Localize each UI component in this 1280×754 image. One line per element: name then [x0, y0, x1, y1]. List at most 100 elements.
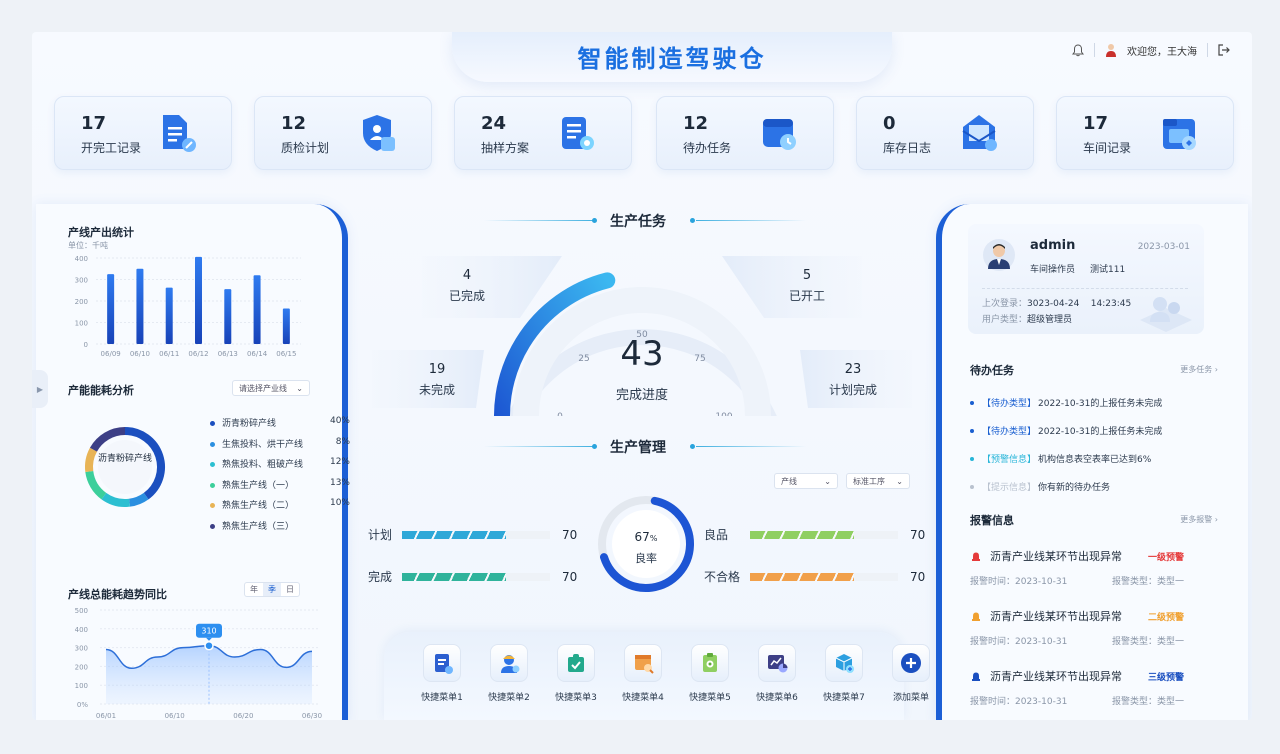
donut-slice[interactable] [128, 492, 149, 507]
bar-fill [402, 572, 506, 581]
bar-label: 计划 [368, 528, 393, 542]
y-tick-label: 200 [75, 663, 88, 671]
y-tick-label: 100 [75, 682, 88, 690]
bar[interactable] [253, 275, 261, 344]
stat-card[interactable]: 17 车间记录 [1056, 96, 1234, 170]
logout-icon[interactable] [1218, 44, 1230, 56]
alarm-item[interactable]: 沥青产业线某环节出现异常 一级预警 报警时间：2023-10-31 报警类型：类型一 [970, 548, 1184, 587]
legend-item[interactable]: 熟焦投料、粗破产线 12% [210, 457, 350, 470]
alarm-line: 沥青产业线某环节出现异常 二级预警 [970, 608, 1184, 624]
todo-item[interactable]: 【待办类型】 2022-10-31的上报任务未完成 [970, 424, 1162, 437]
legend-item[interactable]: 熟焦生产线（二） 10% [210, 498, 350, 511]
quick-menu-icon-box[interactable] [624, 644, 662, 682]
alarm-type: 报警类型：类型一 [1111, 637, 1184, 647]
stat-card[interactable]: 17 开完工记录 [54, 96, 232, 170]
stat-card-label: 待办任务 [683, 141, 732, 155]
alarm-title: 报警信息 [970, 514, 1014, 527]
period-quarter-tab[interactable]: 季 [263, 583, 281, 596]
quick-menu-item[interactable]: 快捷菜单2 [481, 644, 537, 703]
bar-fill [750, 572, 854, 581]
production-line-select-value: 请选择产业线 [239, 383, 287, 393]
yield-value: 67% [594, 530, 698, 544]
period-day-tab[interactable]: 日 [281, 583, 299, 596]
stat-card[interactable]: 0 库存日志 [856, 96, 1034, 170]
todo-item[interactable]: 【预警信息】 机构信息表空表率已达到6% [970, 452, 1151, 465]
bar[interactable] [107, 274, 115, 344]
donut-center-label: 沥青粉碎产线 [97, 454, 152, 464]
quick-menu-icon-box[interactable] [691, 644, 729, 682]
bar[interactable] [165, 287, 173, 344]
quick-menu-icon-box[interactable] [490, 644, 528, 682]
data-point[interactable] [204, 640, 214, 651]
quick-menu-icon-box[interactable] [758, 644, 796, 682]
legend-dot [210, 462, 215, 467]
bar-label: 完成 [368, 570, 393, 584]
donut-slice[interactable] [101, 492, 131, 507]
gauge-tick-label: 100 [715, 412, 732, 416]
period-year-tab[interactable]: 年 [245, 583, 263, 596]
stat-unfinished-value: 19 [428, 362, 446, 377]
line-filter-select[interactable]: 产线 ⌄ [774, 473, 838, 489]
bell-icon[interactable] [1072, 43, 1084, 57]
alarm-item[interactable]: 沥青产业线某环节出现异常 二级预警 报警时间：2023-10-31 报警类型：类型一 [970, 608, 1184, 647]
shield-user-icon [363, 115, 395, 151]
quick-menu-icon-box[interactable] [423, 644, 461, 682]
legend-item[interactable]: 熟焦生产线（三） [210, 519, 350, 532]
quick-menu-icon-box[interactable] [825, 644, 863, 682]
user-name: admin [1030, 238, 1076, 253]
stat-plan-complete-label: 计划完成 [828, 383, 877, 397]
title-deco-dot [592, 444, 597, 449]
bar[interactable] [195, 256, 202, 344]
y-tick-label: 500 [75, 607, 88, 615]
bar[interactable] [136, 268, 144, 344]
process-filter-select[interactable]: 标准工序 ⌄ [846, 473, 910, 489]
todo-item[interactable]: 【提示信息】 你有新的待办任务 [970, 480, 1110, 493]
quick-menu-item[interactable]: 快捷菜单1 [414, 644, 470, 703]
bar-row-left: 计划 70 [368, 526, 577, 543]
alarm-light-icon [972, 552, 980, 561]
quick-menu-item[interactable]: 快捷菜单7 [816, 644, 872, 703]
bar-fill [402, 530, 506, 539]
alarm-title-wrap: 沥青产业线某环节出现异常 [970, 668, 1122, 684]
legend-label: 熟焦投料、粗破产线 [222, 460, 304, 470]
x-tick-label: 06/14 [247, 350, 268, 358]
quick-menu-item[interactable]: 添加菜单 [883, 644, 939, 703]
donut-slice[interactable] [85, 447, 98, 473]
alarm-more-link[interactable]: 更多报警 › [1180, 514, 1218, 525]
period-segmented-control[interactable]: 年 季 日 [244, 582, 300, 597]
quick-menu-item[interactable]: 快捷菜单6 [749, 644, 805, 703]
y-tick-label: 400 [75, 255, 88, 263]
legend-label-wrap: 熟焦投料、粗破产线 [210, 457, 303, 470]
legend-label-wrap: 熟焦生产线（一） [210, 478, 294, 491]
quick-menu-bar: 快捷菜单1 快捷菜单2 快捷菜单3 快捷菜单4 快捷菜单5 快捷菜单6 快捷菜单7 添加菜单 [384, 632, 930, 720]
bar[interactable] [282, 308, 290, 344]
bar[interactable] [224, 289, 232, 344]
gauge-label: 完成进度 [615, 388, 668, 403]
production-line-select[interactable]: 请选择产业线 ⌄ [232, 380, 310, 396]
quick-menu-item[interactable]: 快捷菜单3 [548, 644, 604, 703]
quick-menu-icon-box[interactable] [557, 644, 595, 682]
collapse-left-button[interactable]: ▶ [32, 370, 48, 408]
stat-card[interactable]: 12 待办任务 [656, 96, 834, 170]
stat-card[interactable]: 12 质检计划 [254, 96, 432, 170]
legend-item[interactable]: 熟焦生产线（一） 13% [210, 478, 350, 491]
user-avatar-icon [983, 239, 1015, 271]
legend-item[interactable]: 生焦投料、烘干产线 8% [210, 437, 350, 450]
quick-menu-item[interactable]: 快捷菜单4 [615, 644, 671, 703]
x-tick-label: 06/20 [233, 712, 253, 720]
quick-menu-item[interactable]: 快捷菜单5 [682, 644, 738, 703]
legend-item[interactable]: 沥青粉碎产线 40% [210, 416, 350, 429]
todo-item[interactable]: 【待办类型】 2022-10-31的上报任务未完成 [970, 396, 1162, 409]
title-deco-line [484, 220, 594, 221]
quick-menu-icon-box[interactable] [892, 644, 930, 682]
chevron-right-icon: › [1214, 515, 1218, 524]
stat-card[interactable]: 24 抽样方案 [454, 96, 632, 170]
title-deco-dot [592, 218, 597, 223]
folder-box-icon [1163, 119, 1196, 150]
user-avatar-icon[interactable] [1105, 43, 1117, 57]
todo-more-text: 更多任务 [1180, 365, 1213, 374]
alarm-item[interactable]: 沥青产业线某环节出现异常 三级预警 报警时间：2023-10-31 报警类型：类型一 [970, 668, 1184, 707]
right-panel: admin 2023-03-01 车间操作员 测试111 上次登录：3023-0… [936, 204, 1248, 720]
quick-menu-label: 快捷菜单7 [823, 693, 865, 703]
todo-more-link[interactable]: 更多任务 › [1180, 364, 1218, 375]
